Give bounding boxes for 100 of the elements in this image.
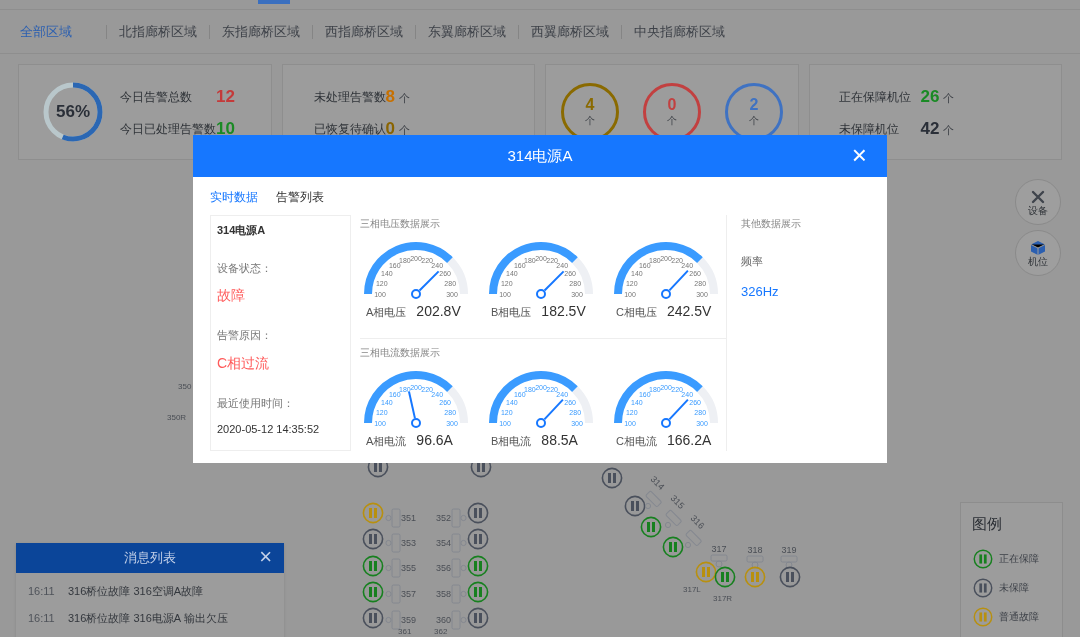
- slot-label: 353: [401, 538, 417, 548]
- gauge-reading: 242.5V: [666, 302, 712, 321]
- slot-label: 319: [781, 545, 797, 555]
- stat-value: 10: [216, 118, 235, 141]
- needle-hub: [661, 289, 671, 299]
- dialog-tab[interactable]: 实时数据: [210, 188, 258, 206]
- stat-label: 未处理告警数: [313, 89, 386, 106]
- gauge-label: B相电流: [491, 434, 532, 449]
- stat-label: 正在保障机位: [838, 89, 912, 106]
- slot-marker-icon: [385, 533, 401, 553]
- message-time: 16:11: [28, 583, 56, 599]
- slot-label: 358: [436, 589, 452, 599]
- section-title: 其他数据展示: [741, 217, 801, 231]
- slot-marker-icon: [710, 554, 728, 568]
- slot-marker-icon: [451, 558, 468, 578]
- section-title: 三相电压数据展示: [360, 217, 441, 231]
- region-tab[interactable]: 北指廊桥区域: [106, 24, 209, 39]
- field-label: 告警原因：: [217, 328, 273, 343]
- progress-ring: [42, 81, 104, 143]
- stat-unit: 个: [398, 91, 410, 107]
- legend-label: 正在保障: [999, 552, 1039, 566]
- slot-label: 351: [401, 513, 417, 523]
- position-label: 350: [178, 382, 192, 392]
- stat-unit: 个: [398, 123, 410, 139]
- position-label: 350R: [167, 413, 187, 423]
- slot-marker-icon: [451, 508, 468, 528]
- dialog-tab[interactable]: 告警列表: [276, 188, 324, 206]
- position-label: 361: [398, 627, 412, 637]
- gauge-reading: 88.5A: [541, 431, 578, 450]
- count-unit: 个: [667, 113, 677, 128]
- gauge-reading: 166.2A: [666, 431, 712, 450]
- data-value: 326Hz: [741, 282, 780, 301]
- count-value: 4: [585, 96, 595, 113]
- stat-label: 已恢复待确认: [313, 121, 386, 138]
- stat-value: 0: [385, 118, 395, 141]
- slot-marker-icon: [385, 610, 401, 630]
- slot-label: 314: [649, 474, 667, 492]
- slot-marker-icon: [746, 555, 764, 569]
- count-unit: 个: [585, 113, 595, 128]
- cube-icon: [1030, 239, 1046, 256]
- position-label: 362: [434, 627, 448, 637]
- stat-value: 42: [920, 118, 940, 141]
- stat-label: 今日已处理告警数: [120, 121, 216, 138]
- close-button[interactable]: ×: [851, 142, 867, 168]
- legend-title: 图例: [972, 514, 1003, 534]
- region-tab[interactable]: 西翼廊桥区域: [518, 24, 621, 39]
- panel-title: 消息列表: [124, 549, 176, 568]
- region-tab[interactable]: 中央指廊桥区域: [621, 24, 737, 39]
- slot-marker-icon: [385, 584, 401, 604]
- gauge-label: B相电压: [491, 305, 532, 320]
- count-unit: 个: [749, 113, 759, 128]
- count-value: 2: [749, 96, 759, 113]
- gauge-reading: 202.8V: [416, 302, 461, 321]
- gauge-reading: 96.6A: [416, 431, 453, 450]
- slot-marker-icon: [385, 558, 401, 578]
- field-value: C相过流: [217, 353, 271, 373]
- message-text: 316桥位故障 316电源A 输出欠压: [68, 610, 228, 626]
- slot-label: 316: [689, 513, 707, 531]
- tool-button[interactable]: 机位: [1015, 230, 1061, 276]
- slot-label: 360: [436, 615, 452, 625]
- gauge-reading: 182.5V: [541, 302, 586, 321]
- active-tab-indicator: [258, 0, 290, 4]
- data-label: 频率: [741, 254, 764, 269]
- needle-hub: [411, 289, 421, 299]
- stat-unit: 个: [943, 123, 955, 139]
- needle-hub: [411, 418, 421, 428]
- region-tab[interactable]: 东翼廊桥区域: [415, 24, 518, 39]
- stat-value: 26: [920, 86, 940, 109]
- percent-text: 56%: [55, 102, 91, 122]
- stat-value: 12: [216, 86, 235, 109]
- slot-marker-icon: [451, 610, 468, 630]
- gauge-label: C相电流: [616, 434, 657, 449]
- field-value: 2020-05-12 14:35:52: [217, 422, 321, 437]
- field-value: 故障: [217, 286, 246, 305]
- slot-label: 354: [436, 538, 452, 548]
- stat-value: 8: [385, 86, 395, 109]
- tools-icon: [1030, 188, 1046, 205]
- region-tab[interactable]: 西指廊桥区域: [312, 24, 415, 39]
- gauge-label: A相电流: [366, 434, 407, 449]
- slot-marker-icon: [780, 555, 798, 569]
- region-tab[interactable]: 全部区域: [20, 24, 94, 39]
- tool-button[interactable]: 设备: [1015, 179, 1061, 225]
- dialog-title: 314电源A: [507, 145, 573, 166]
- gauge-label: C相电压: [616, 305, 657, 320]
- field-label: 设备状态：: [217, 260, 273, 276]
- close-button[interactable]: ×: [259, 546, 272, 568]
- region-tab[interactable]: 东指廊桥区域: [209, 24, 312, 39]
- legend-label: 普通故障: [999, 610, 1039, 624]
- field-label: 最近使用时间：: [217, 395, 295, 411]
- needle-hub: [536, 418, 546, 428]
- needle-hub: [661, 418, 671, 428]
- slot-label: 317: [711, 544, 727, 554]
- position-label: 317L: [683, 585, 701, 595]
- stat-label: 未保障机位: [838, 121, 900, 138]
- slot-label: 359: [401, 615, 417, 625]
- slot-marker-icon: [451, 584, 468, 604]
- slot-label: 318: [747, 545, 763, 555]
- message-time: 16:11: [28, 610, 56, 626]
- count-value: 0: [667, 96, 677, 113]
- slot-marker-icon: [451, 533, 468, 553]
